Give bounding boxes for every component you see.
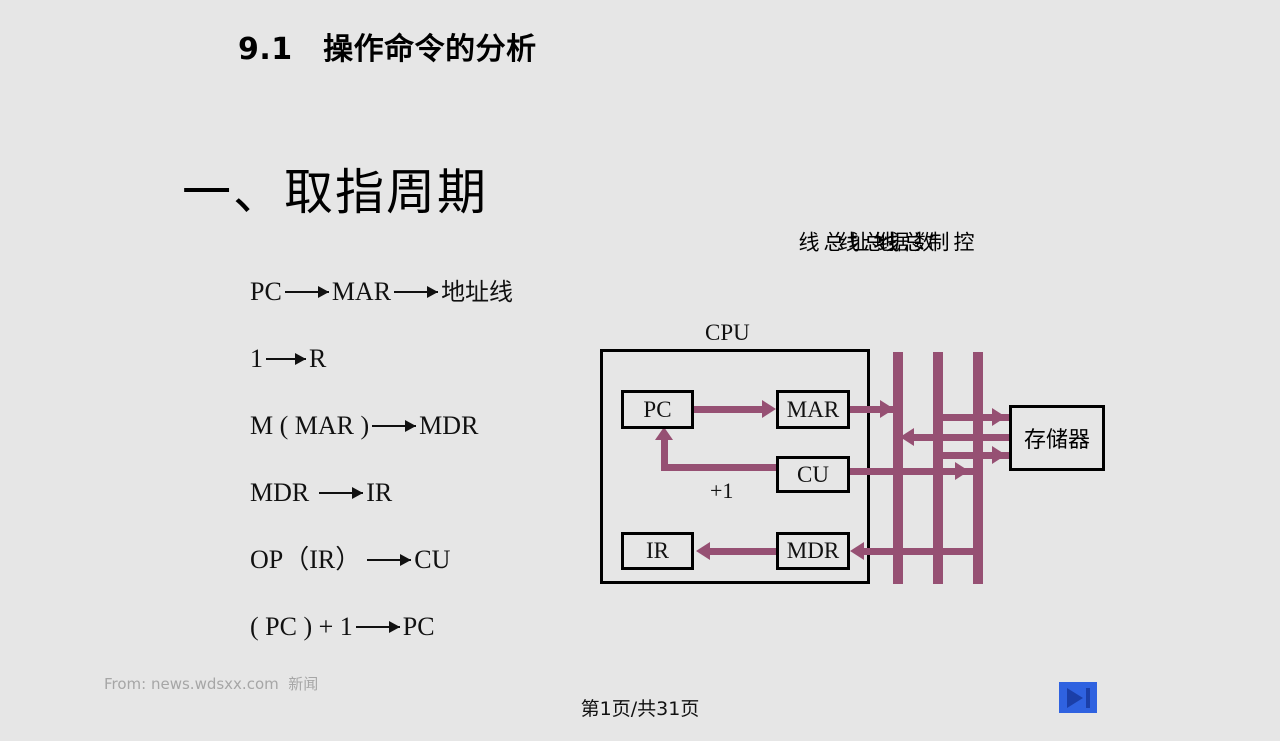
arrow-icon <box>394 285 439 298</box>
unit-label-cu: CU <box>797 461 829 487</box>
unit-box-ir: IR <box>621 532 694 570</box>
wire-address-bus-to-memory <box>940 414 1010 421</box>
memory-label: 存储器 <box>1023 428 1090 453</box>
unit-label-ir: IR <box>646 538 669 563</box>
unit-label-mar: MAR <box>786 396 840 422</box>
wire-cu-to-pc <box>661 464 781 471</box>
source-note: From: news.wdsxx.com 新闻 <box>104 675 319 693</box>
arrowhead-icon <box>992 408 1006 426</box>
formula-list: PC MAR 地址线 1 R M ( MAR ) MDR MDR IR OP（I… <box>250 258 610 660</box>
cpu-boundary-box <box>600 349 870 584</box>
slide-canvas: 9.1 操作命令的分析 一、取指周期 PC MAR 地址线 1 R M ( MA… <box>0 0 1280 720</box>
cpu-caption: CPU <box>705 320 750 345</box>
arrow-icon <box>266 352 306 365</box>
formula-lhs: 1 <box>250 343 263 373</box>
increment-label: +1 <box>710 478 734 503</box>
formula-lhs: ( PC ) + 1 <box>250 611 353 641</box>
arrowhead-icon <box>955 462 969 480</box>
skip-next-button[interactable] <box>1059 682 1097 713</box>
section-heading: 一、取指周期 <box>182 164 489 221</box>
bus-label-address: 地址总线 <box>796 231 895 254</box>
wire-cu-to-pc-riser <box>661 437 668 467</box>
wire-mdr-to-ir <box>708 548 780 555</box>
unit-box-mdr: MDR <box>776 532 850 570</box>
formula-lhs: PC <box>250 276 282 306</box>
arrowhead-icon <box>900 428 914 446</box>
formula-lhs: MDR <box>250 477 310 507</box>
unit-label-pc: PC <box>643 396 672 422</box>
page-title: 9.1 操作命令的分析 <box>238 32 537 67</box>
formula-row: ( PC ) + 1 PC <box>250 593 610 660</box>
formula-rhs: MAR <box>331 276 392 306</box>
arrow-icon <box>319 486 364 499</box>
cpu-memory-diagram: 地址总线 数据总线 控制总线 CPU +1 PC MAR CU IR MDR 存… <box>0 0 1280 720</box>
bus-label-control: 控制总线 <box>876 231 975 254</box>
arrowhead-icon <box>696 542 710 560</box>
skip-next-icon <box>1066 687 1083 708</box>
arrow-icon <box>372 419 417 432</box>
data-bus-line <box>933 352 943 584</box>
arrow-icon <box>355 620 400 633</box>
formula-tail: 地址线 <box>441 277 514 306</box>
arrow-icon <box>284 285 329 298</box>
unit-box-cu: CU <box>776 456 850 493</box>
formula-row: PC MAR 地址线 <box>250 258 610 325</box>
formula-row: MDR IR <box>250 459 610 526</box>
arrowhead-icon <box>762 400 776 418</box>
formula-row: OP（IR） CU <box>250 526 610 593</box>
formula-rhs: MDR <box>419 410 479 440</box>
unit-box-pc: PC <box>621 390 694 429</box>
unit-label-mdr: MDR <box>786 538 840 563</box>
formula-rhs: CU <box>414 544 451 574</box>
arrowhead-icon <box>992 446 1006 464</box>
skip-next-bar-icon <box>1085 687 1090 708</box>
arrowhead-icon <box>880 400 894 418</box>
wire-mar-to-address-bus <box>850 406 896 413</box>
control-bus-line <box>973 352 983 584</box>
unit-box-mar: MAR <box>776 390 850 429</box>
arrowhead-icon <box>655 427 673 440</box>
wire-pc-to-mar <box>694 406 764 413</box>
wire-data-bus-to-mdr <box>862 548 978 555</box>
address-bus-line <box>893 352 903 584</box>
wire-memory-to-data-bus <box>912 434 1010 441</box>
bus-label-data: 数据总线 <box>836 231 935 254</box>
arrow-icon <box>367 553 412 566</box>
memory-box: 存储器 <box>1009 405 1105 471</box>
wire-cu-to-control-bus <box>850 468 978 475</box>
wire-control-bus-to-memory <box>940 452 1010 459</box>
arrowhead-icon <box>850 542 864 560</box>
